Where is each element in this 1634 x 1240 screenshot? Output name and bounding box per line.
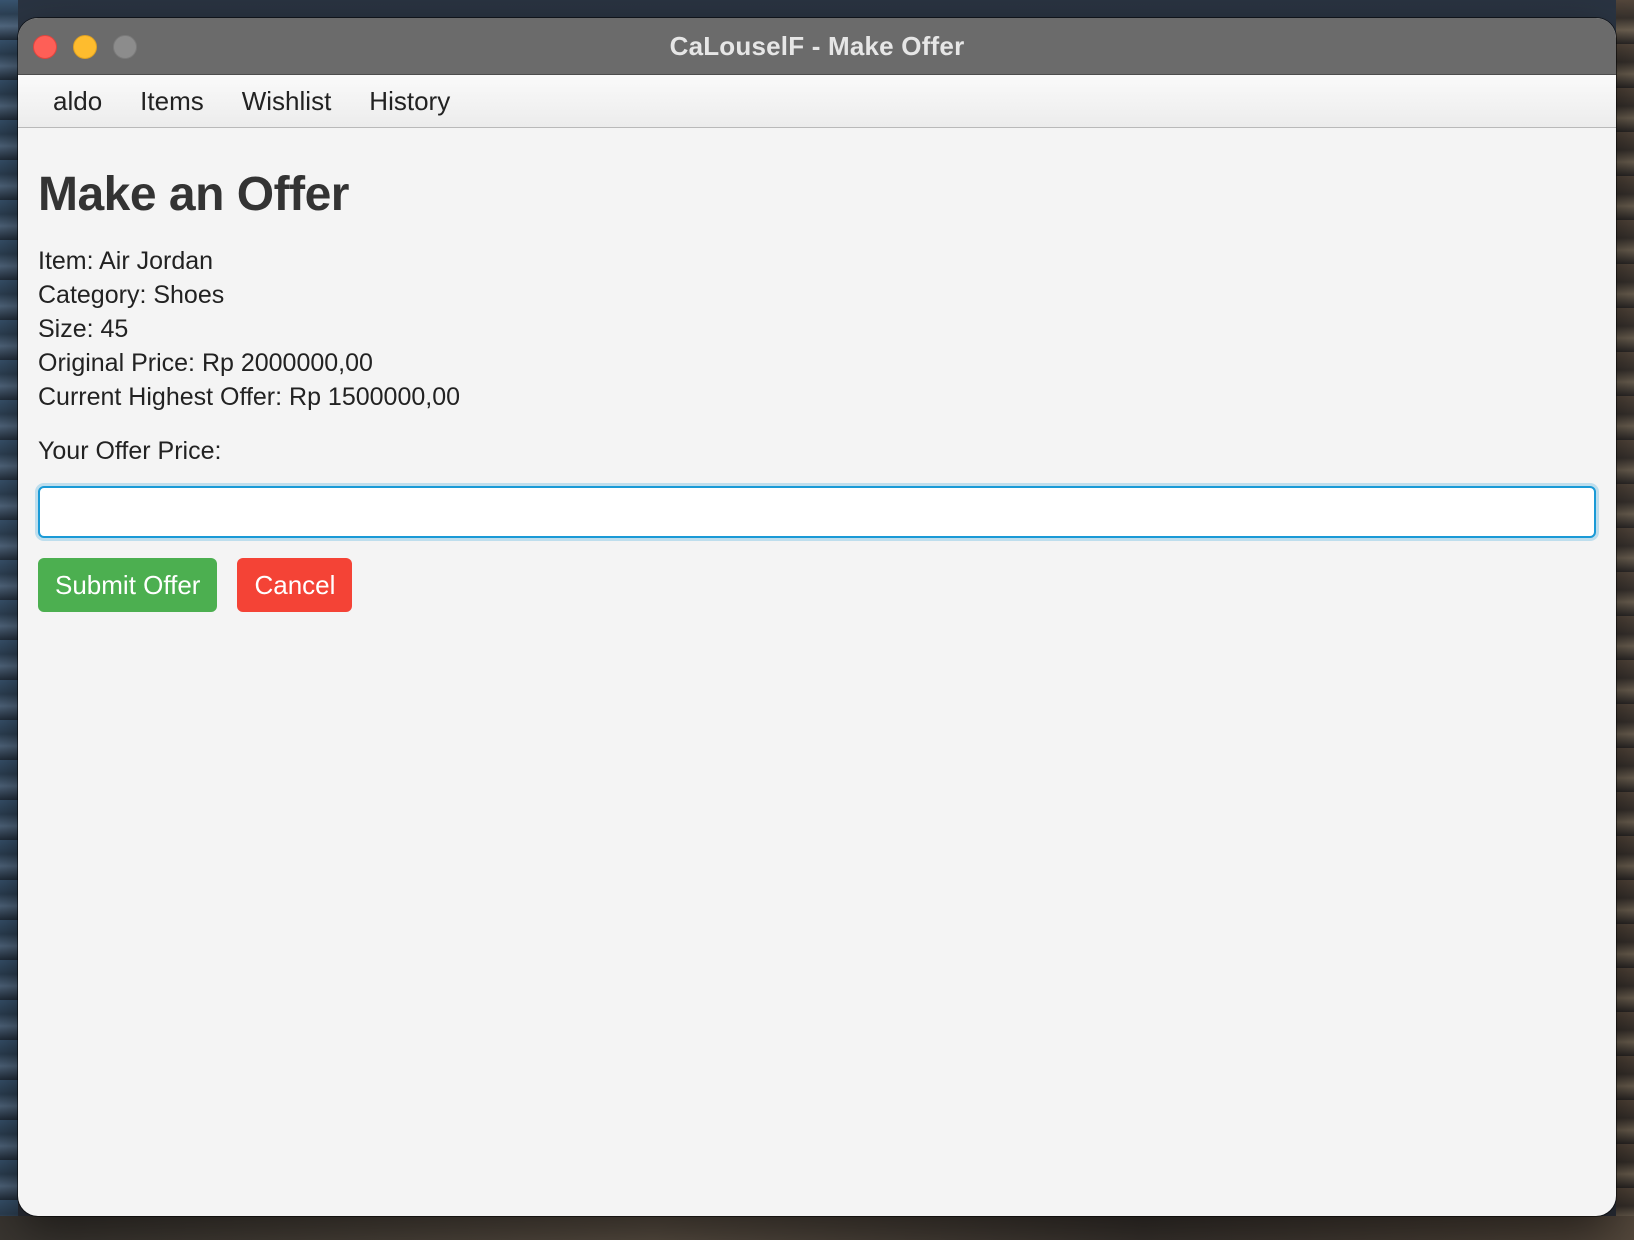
menu-bar: aldo Items Wishlist History [18, 75, 1616, 128]
offer-price-label: Your Offer Price: [38, 437, 222, 465]
item-name-text: Item: Air Jordan [38, 247, 214, 275]
desktop-background-right [1616, 0, 1634, 1240]
submit-offer-button[interactable]: Submit Offer [38, 558, 218, 612]
desktop-background-bottom [0, 1216, 1634, 1240]
form-actions: Submit Offer Cancel [38, 558, 1596, 612]
make-offer-form: Make an Offer Item: Air Jordan Category:… [18, 128, 1616, 612]
page-title: Make an Offer [38, 168, 349, 221]
title-bar[interactable]: CaLouselF - Make Offer [18, 18, 1616, 75]
item-category-text: Category: Shoes [38, 281, 225, 309]
menu-item-items[interactable]: Items [121, 75, 223, 127]
window-title: CaLouselF - Make Offer [669, 31, 965, 61]
original-price-text: Original Price: Rp 2000000,00 [38, 349, 373, 377]
offer-price-input[interactable] [38, 486, 1596, 538]
highest-offer-text: Current Highest Offer: Rp 1500000,00 [38, 383, 461, 411]
cancel-button[interactable]: Cancel [237, 558, 353, 612]
item-size-text: Size: 45 [38, 315, 129, 343]
menu-item-user[interactable]: aldo [34, 75, 121, 127]
desktop-background-left [0, 0, 18, 1240]
menu-item-wishlist[interactable]: Wishlist [223, 75, 351, 127]
app-window: CaLouselF - Make Offer aldo Items Wishli… [18, 18, 1616, 1216]
menu-item-history[interactable]: History [350, 75, 469, 127]
